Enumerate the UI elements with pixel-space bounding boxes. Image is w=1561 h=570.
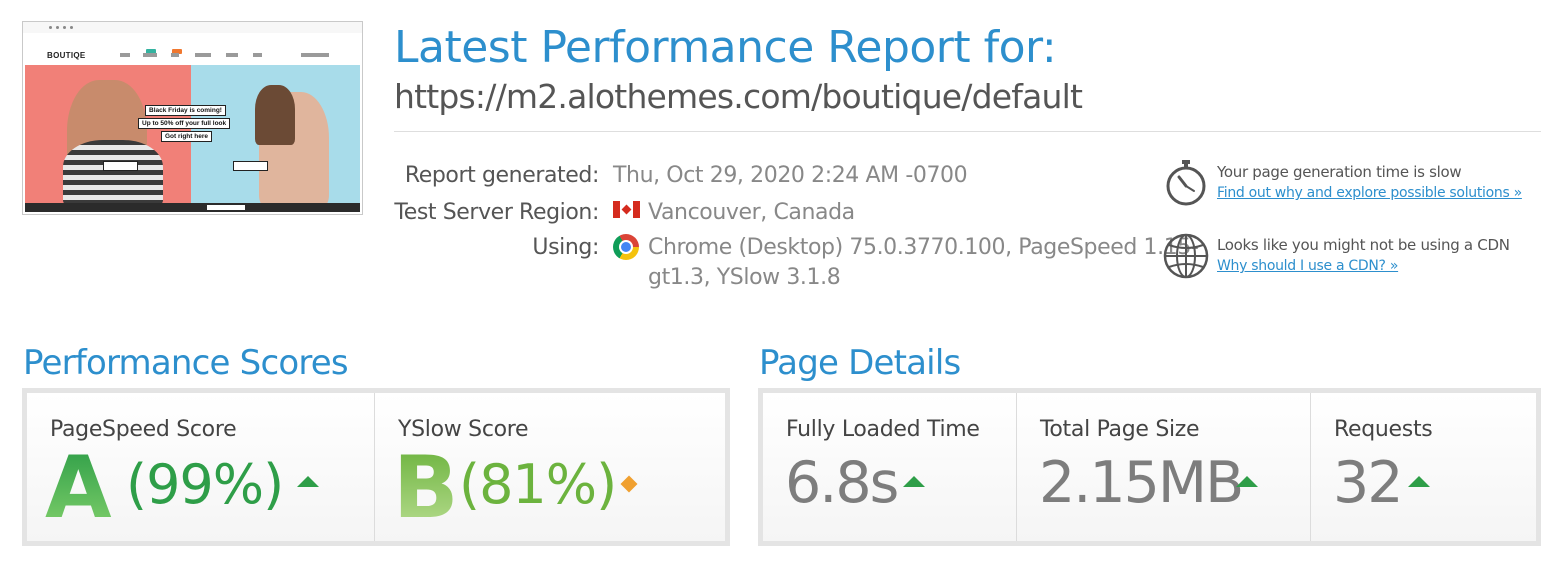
thumbnail-nav-item	[120, 53, 130, 57]
thumbnail-cookie-bar	[25, 203, 360, 212]
page-screenshot-thumbnail[interactable]: BOUTIQE Black Friday is coming! Up to 50…	[22, 21, 363, 215]
notice-slow-link[interactable]: Find out why and explore possible soluti…	[1217, 185, 1522, 201]
using-value-line2: gt1.3, YSlow 3.1.8	[648, 265, 841, 290]
page-details-panel: Fully Loaded Time 6.8s Total Page Size 2…	[758, 388, 1541, 546]
server-region-label: Test Server Region:	[394, 200, 599, 225]
trend-up-icon	[1408, 476, 1430, 487]
thumbnail-dot	[56, 26, 59, 29]
thumbnail-browser-bar	[23, 22, 362, 33]
notice-slow-text: Your page generation time is slow	[1217, 163, 1462, 181]
thumbnail-dot	[70, 26, 73, 29]
pagespeed-score-card[interactable]: PageSpeed Score A (99%)	[27, 393, 375, 541]
yslow-score-card[interactable]: YSlow Score B (81%)	[375, 393, 725, 541]
using-label: Using:	[532, 235, 599, 260]
thumbnail-model-hair	[255, 85, 295, 145]
thumbnail-nav-item	[171, 53, 179, 57]
performance-scores-panel: PageSpeed Score A (99%) YSlow Score B (8…	[22, 388, 730, 546]
trend-up-icon	[297, 476, 319, 487]
total-page-size-card[interactable]: Total Page Size 2.15MB	[1017, 393, 1311, 541]
total-page-size-value: 2.15MB	[1039, 450, 1244, 516]
thumbnail-cookie-button	[207, 205, 245, 210]
fully-loaded-time-value: 6.8s	[785, 450, 899, 516]
thumbnail-site-header	[23, 33, 362, 65]
trend-up-icon	[1236, 476, 1258, 487]
server-region-value: Vancouver, Canada	[648, 200, 855, 225]
report-title: Latest Performance Report for:	[394, 22, 1057, 73]
report-url: https://m2.alothemes.com/boutique/defaul…	[394, 77, 1083, 116]
thumbnail-promo-line: Got right here	[161, 131, 212, 142]
trend-neutral-icon	[620, 475, 638, 493]
thumbnail-site-logo: BOUTIQE	[47, 51, 86, 60]
report-generated-label: Report generated:	[404, 163, 600, 188]
requests-card[interactable]: Requests 32	[1311, 393, 1536, 541]
notice-cdn-link[interactable]: Why should I use a CDN? »	[1217, 258, 1398, 274]
thumbnail-model-shirt	[63, 140, 163, 207]
fully-loaded-time-label: Fully Loaded Time	[786, 417, 980, 442]
thumbnail-promo-line: Up to 50% off your full look	[138, 118, 231, 129]
thumbnail-nav-item	[253, 53, 262, 57]
thumbnail-nav-item	[195, 53, 211, 57]
requests-label: Requests	[1334, 417, 1433, 442]
pagespeed-grade: A	[45, 438, 112, 538]
total-page-size-label: Total Page Size	[1040, 417, 1200, 442]
thumbnail-cta	[233, 161, 268, 171]
thumbnail-dot	[49, 26, 52, 29]
thumbnail-nav-item	[226, 53, 238, 57]
thumbnail-cta	[103, 161, 138, 171]
notice-cdn-text: Looks like you might not be using a CDN	[1217, 236, 1510, 254]
performance-scores-title: Performance Scores	[23, 343, 349, 383]
thumbnail-promo-line: Black Friday is coming!	[145, 105, 226, 116]
thumbnail-nav-item	[143, 53, 157, 57]
pagespeed-percent: (99%)	[126, 453, 284, 516]
header-divider	[394, 131, 1541, 132]
globe-icon	[1163, 233, 1209, 279]
requests-value: 32	[1333, 450, 1404, 516]
chrome-icon	[613, 234, 639, 260]
yslow-grade: B	[393, 438, 459, 538]
thumbnail-dot	[63, 26, 66, 29]
thumbnail-header-icons	[301, 53, 329, 57]
trend-up-icon	[903, 476, 925, 487]
page-details-title: Page Details	[759, 343, 961, 383]
yslow-percent: (81%)	[459, 453, 617, 516]
using-value-line1: Chrome (Desktop) 75.0.3770.100, PageSpee…	[648, 235, 1199, 260]
stopwatch-icon	[1166, 160, 1206, 206]
report-generated-value: Thu, Oct 29, 2020 2:24 AM -0700	[613, 163, 968, 188]
fully-loaded-time-card[interactable]: Fully Loaded Time 6.8s	[763, 393, 1017, 541]
canada-flag-icon	[613, 201, 640, 218]
